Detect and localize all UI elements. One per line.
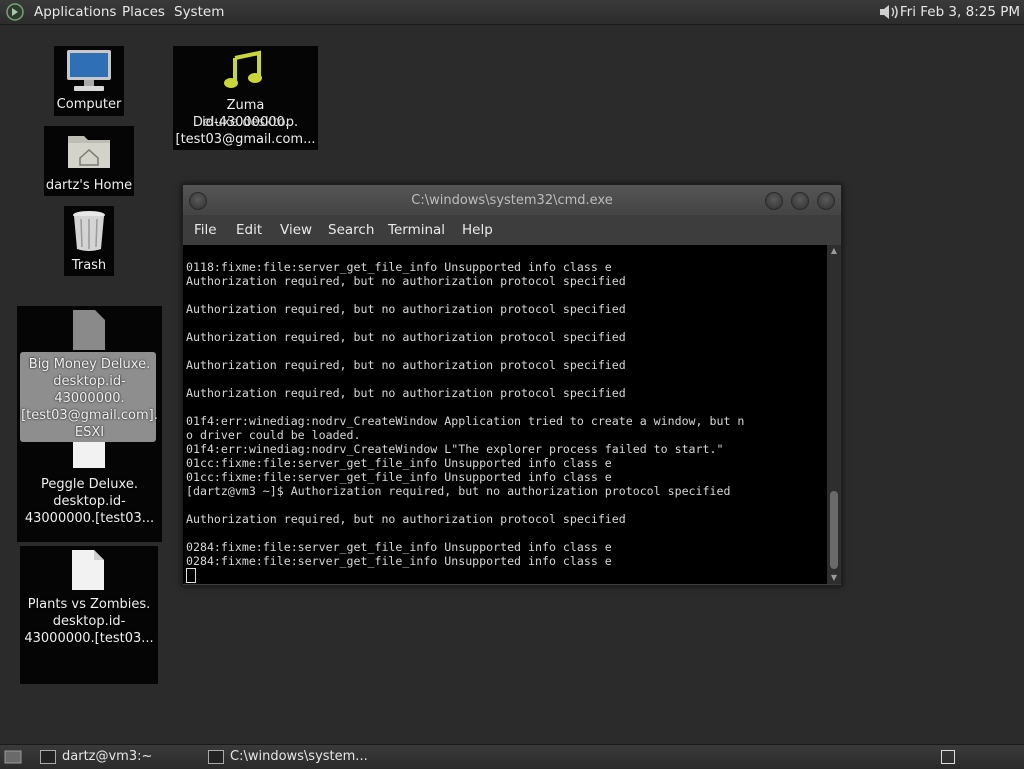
terminal-line: o driver could be loaded. (186, 428, 361, 442)
desktop-icon-label: 43000000.[test03... (24, 511, 155, 526)
terminal-line: 01cc:fixme:file:server_get_file_info Uns… (186, 470, 612, 484)
applications-menu[interactable]: Applications (34, 4, 116, 20)
scrollbar-thumb[interactable] (830, 491, 838, 569)
terminal-line: 0118:fixme:file:server_get_file_info Uns… (186, 260, 612, 274)
top-panel: Applications Places System Fri Feb 3, 8:… (0, 0, 1024, 25)
desktop-icon-label: Trash (71, 258, 107, 273)
terminal-icon (208, 750, 224, 764)
menu-file[interactable]: File (194, 222, 217, 238)
places-menu[interactable]: Places (122, 4, 165, 20)
menu-search[interactable]: Search (328, 222, 374, 238)
terminal-line: Authorization required, but no authoriza… (186, 302, 626, 316)
system-menu[interactable]: System (174, 4, 224, 20)
terminal-line: 0284:fixme:file:server_get_file_info Uns… (186, 554, 612, 568)
terminal-line: 0284:fixme:file:server_get_file_info Uns… (186, 540, 612, 554)
desktop-icon-bigmoney[interactable]: Big Money Deluxe. desktop.id- 43000000. … (17, 306, 162, 446)
taskbar-item-terminal[interactable]: dartz@vm3:~ (40, 748, 200, 766)
document-icon (73, 310, 105, 350)
desktop-icon-label: desktop.id- (52, 614, 126, 629)
desktop-icon-label: desktop.id- (53, 374, 126, 389)
maximize-button[interactable] (791, 192, 809, 210)
window-title: C:\windows\system32\cmd.exe (411, 193, 613, 208)
desktop-icon-label: Big Money Deluxe. (28, 357, 151, 372)
trash-icon (73, 211, 105, 251)
terminal-window[interactable]: C:\windows\system32\cmd.exe File Edit Vi… (182, 184, 842, 586)
close-button[interactable] (817, 192, 835, 210)
music-note-icon (224, 50, 262, 88)
computer-icon (67, 50, 111, 91)
home-folder-icon (68, 136, 110, 168)
desktop-icon-label: Plants vs Zombies. (27, 597, 151, 612)
desktop-icon-plants[interactable]: Plants vs Zombies. desktop.id- 43000000.… (20, 546, 158, 684)
clock[interactable]: Fri Feb 3, 8:25 PM (900, 4, 1020, 20)
terminal-output[interactable]: 0118:fixme:file:server_get_file_info Uns… (183, 245, 827, 584)
menu-terminal[interactable]: Terminal (388, 222, 445, 238)
taskbar-item-cmd[interactable]: C:\windows\system... (208, 748, 408, 766)
taskbar-item-label: dartz@vm3:~ (62, 749, 153, 764)
menu-edit[interactable]: Edit (236, 222, 262, 238)
terminal-line: Authorization required, but no authoriza… (186, 358, 626, 372)
desktop-icon-label: 43000000.[test03... (24, 631, 154, 646)
desktop-icon-label: id-43000000. (202, 115, 289, 130)
speaker-icon[interactable] (877, 3, 901, 21)
menu-help[interactable]: Help (462, 222, 493, 238)
window-titlebar[interactable]: C:\windows\system32\cmd.exe (183, 185, 841, 215)
document-icon (73, 442, 105, 468)
desktop-icon-label: 43000000. (54, 391, 125, 406)
terminal-line: 01cc:fixme:file:server_get_file_info Uns… (186, 456, 612, 470)
desktop-icon-zuma[interactable]: Zuma Deluxe.desktop. id-43000000. [test0… (173, 46, 318, 150)
taskbar-item-label: C:\windows\system... (230, 749, 368, 764)
desktop-icon-peggle[interactable]: Peggle Deluxe. desktop.id- 43000000.[tes… (17, 442, 162, 542)
terminal-line: 01f4:err:winediag:nodrv_CreateWindow App… (186, 414, 745, 428)
bottom-panel: dartz@vm3:~ C:\windows\system... (0, 744, 1024, 769)
terminal-line: 01f4:err:winediag:nodrv_CreateWindow L"T… (186, 442, 724, 456)
workspace-switcher[interactable] (941, 750, 955, 764)
desktop-icon-label: Peggle Deluxe. (41, 477, 138, 492)
desktop-icon-trash[interactable]: Trash (64, 206, 114, 276)
desktop-icon-label: Computer (56, 97, 122, 112)
desktop-icon-computer[interactable]: Computer (54, 46, 124, 116)
desktop-icon-home[interactable]: dartz's Home (44, 126, 134, 196)
terminal-line: Authorization required, but no authoriza… (186, 512, 626, 526)
terminal-line: [dartz@vm3 ~]$ Authorization required, b… (186, 484, 731, 498)
window-menubar: File Edit View Search Terminal Help (183, 215, 841, 245)
menu-view[interactable]: View (280, 222, 312, 238)
minimize-button[interactable] (765, 192, 783, 210)
terminal-cursor (186, 568, 196, 583)
terminal-line: Authorization required, but no authoriza… (186, 274, 626, 288)
desktop-icon-label: [test03@gmail.com... (175, 132, 316, 147)
scroll-up-icon[interactable]: ▲ (827, 245, 841, 257)
desktop-icon-label: ESXI (74, 425, 105, 440)
vertical-scrollbar[interactable]: ▲ ▼ (827, 245, 841, 584)
desktop-icon-label: desktop.id- (53, 494, 126, 509)
document-icon (72, 550, 104, 590)
show-desktop-icon[interactable] (4, 749, 22, 765)
desktop-icon-label: dartz's Home (45, 178, 133, 193)
terminal-icon (40, 750, 56, 764)
terminal-line: Authorization required, but no authoriza… (186, 330, 626, 344)
scroll-down-icon[interactable]: ▼ (827, 572, 841, 584)
desktop-icon-label: [test03@gmail.com]. (21, 408, 158, 423)
terminal-line: Authorization required, but no authoriza… (186, 386, 626, 400)
distro-logo-icon[interactable] (6, 3, 24, 21)
